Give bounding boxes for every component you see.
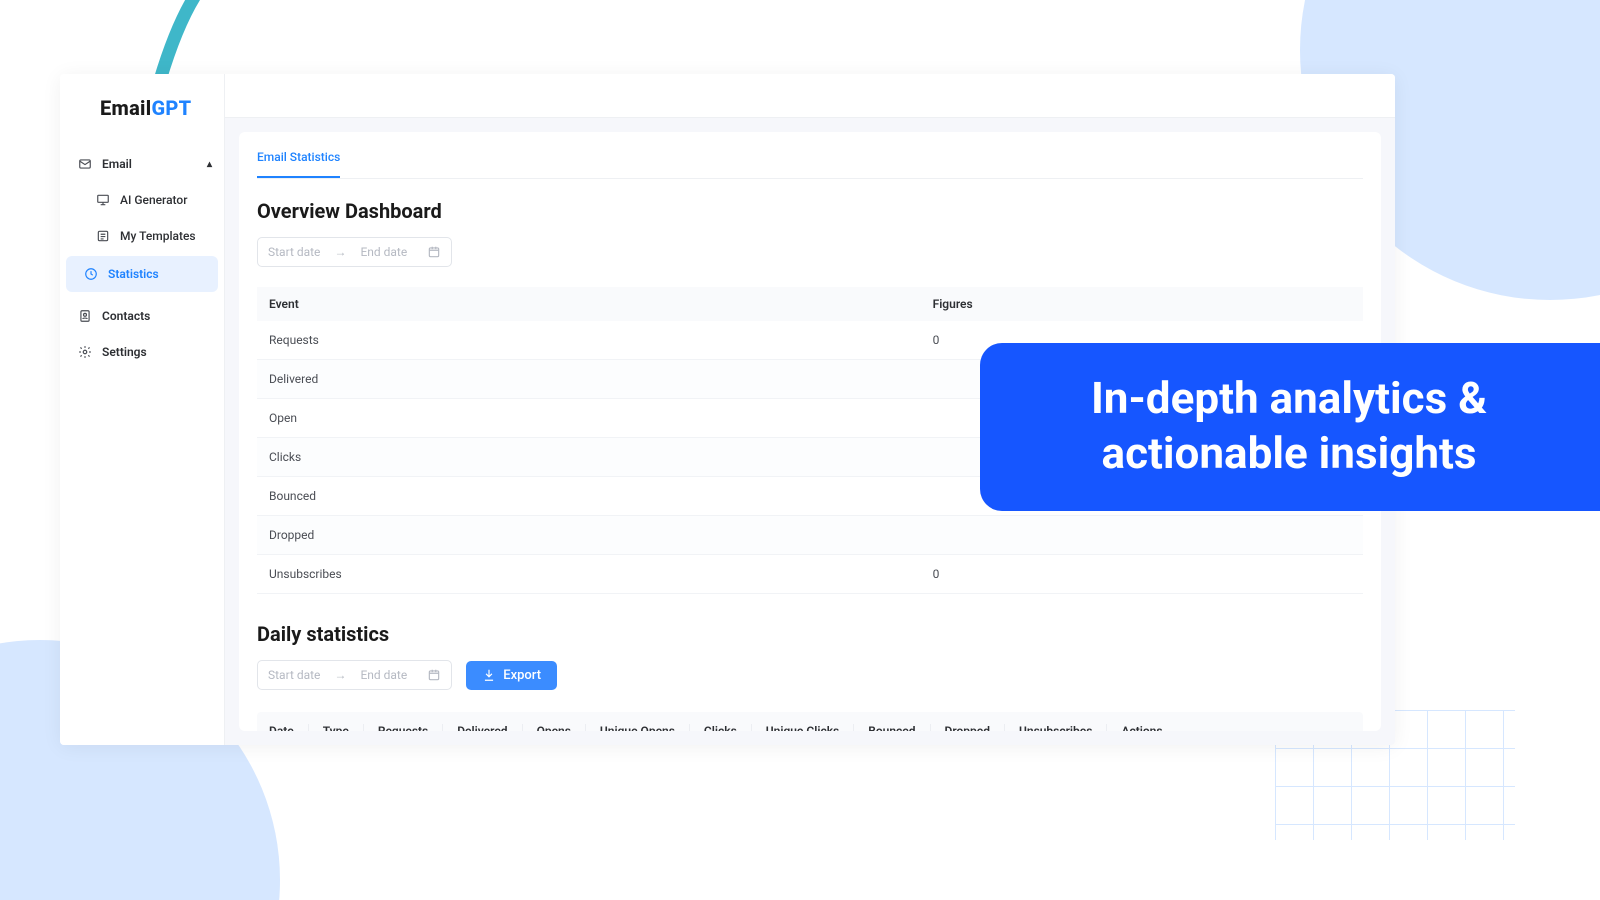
- end-date-placeholder: End date: [360, 245, 407, 259]
- daily-col-header: Date: [269, 724, 309, 731]
- cell-figures: 0: [921, 555, 1363, 594]
- end-date-placeholder: End date: [360, 668, 407, 682]
- start-date-placeholder: Start date: [268, 668, 320, 682]
- sidebar-item-settings[interactable]: Settings: [60, 334, 224, 370]
- sidebar: EmailGPT Email ▴ AI Generator My Templat…: [60, 74, 225, 745]
- daily-col-header: Requests: [378, 724, 443, 731]
- export-label: Export: [503, 668, 541, 683]
- sidebar-label: Settings: [102, 345, 147, 359]
- sidebar-item-email[interactable]: Email ▴: [60, 146, 224, 182]
- brand-left: Email: [100, 96, 151, 120]
- tab-email-statistics[interactable]: Email Statistics: [257, 146, 340, 178]
- cell-event: Unsubscribes: [257, 555, 921, 594]
- daily-col-header: Bounced: [868, 724, 930, 731]
- cell-event: Bounced: [257, 477, 921, 516]
- gear-icon: [78, 345, 92, 359]
- start-date-placeholder: Start date: [268, 245, 320, 259]
- table-row: Dropped: [257, 516, 1363, 555]
- daily-table-header: Date Type Requests Delivered Opens Unique Ope…: [257, 712, 1363, 731]
- tab-row: Email Statistics: [257, 146, 1363, 179]
- sidebar-item-statistics[interactable]: Statistics: [66, 256, 218, 292]
- arrow-icon: →: [334, 668, 346, 682]
- sidebar-item-ai-generator[interactable]: AI Generator: [60, 182, 224, 218]
- col-event: Event: [257, 287, 921, 321]
- daily-col-header: Opens: [537, 724, 586, 731]
- daily-title: Daily statistics: [257, 622, 1363, 646]
- cell-figures: [921, 516, 1363, 555]
- daily-col-header: Unsubscribes: [1019, 724, 1107, 731]
- cell-event: Delivered: [257, 360, 921, 399]
- sidebar-label: My Templates: [120, 229, 196, 243]
- daily-col-header: Unique Clicks: [766, 724, 854, 731]
- daily-col-header: Unique Opens: [600, 724, 690, 731]
- sidebar-label: Statistics: [108, 267, 159, 281]
- marketing-callout: In-depth analytics & actionable insights: [980, 343, 1600, 511]
- daily-col-header: Dropped: [945, 724, 1005, 731]
- calendar-icon: [427, 245, 441, 259]
- table-row: Unsubscribes0: [257, 555, 1363, 594]
- cell-event: Clicks: [257, 438, 921, 477]
- overview-title: Overview Dashboard: [257, 199, 1363, 223]
- contacts-icon: [78, 309, 92, 323]
- export-button[interactable]: Export: [466, 661, 557, 690]
- daily-col-header: Actions: [1121, 724, 1176, 731]
- cell-event: Open: [257, 399, 921, 438]
- calendar-icon: [427, 668, 441, 682]
- mail-icon: [78, 157, 92, 171]
- chevron-up-icon: ▴: [207, 159, 212, 170]
- cell-event: Requests: [257, 321, 921, 360]
- monitor-icon: [96, 193, 110, 207]
- sidebar-label: AI Generator: [120, 193, 187, 207]
- list-icon: [96, 229, 110, 243]
- daily-col-header: Delivered: [457, 724, 522, 731]
- sidebar-label: Email: [102, 157, 132, 171]
- cell-event: Dropped: [257, 516, 921, 555]
- daily-col-header: Clicks: [704, 724, 752, 731]
- sidebar-label: Contacts: [102, 309, 150, 323]
- clock-icon: [84, 267, 98, 281]
- overview-date-range[interactable]: Start date → End date: [257, 237, 452, 267]
- brand-logo: EmailGPT: [60, 74, 224, 146]
- arrow-icon: →: [334, 245, 346, 259]
- top-bar: [225, 74, 1395, 118]
- daily-col-header: Type: [323, 724, 364, 731]
- brand-right: GPT: [151, 96, 191, 120]
- download-icon: [482, 668, 496, 682]
- daily-date-range[interactable]: Start date → End date: [257, 660, 452, 690]
- sidebar-item-contacts[interactable]: Contacts: [60, 298, 224, 334]
- col-figures: Figures: [921, 287, 1363, 321]
- sidebar-item-my-templates[interactable]: My Templates: [60, 218, 224, 254]
